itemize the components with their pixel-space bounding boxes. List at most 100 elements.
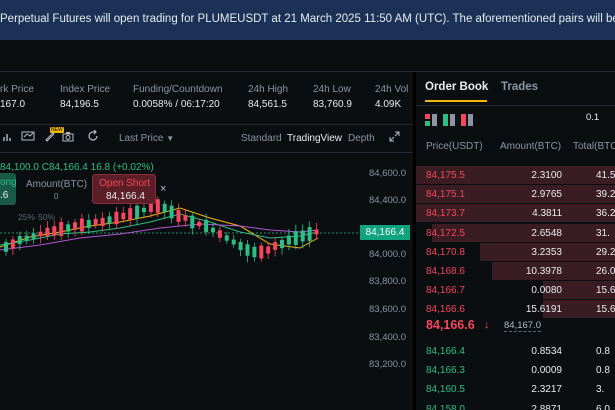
candle [183, 209, 188, 227]
bid-price: 84,166.4 [426, 346, 465, 357]
open-short-button[interactable]: Open Short 84,166.4 [92, 174, 156, 204]
ask-amount: 4.3811 [532, 208, 562, 220]
candle [176, 203, 181, 227]
fx-icon[interactable] [20, 130, 36, 146]
announcement-banner[interactable]: Perpetual Futures will open trading for … [0, 0, 615, 40]
arrow-down-icon: ↓ [484, 319, 490, 331]
candle [252, 242, 257, 262]
candle [10, 236, 15, 256]
candle [169, 200, 174, 224]
candle [93, 214, 98, 229]
ask-price: 84,170.8 [426, 246, 465, 258]
divider [416, 105, 615, 106]
ask-price: 84,166.7 [426, 285, 465, 297]
vol-stat: 24h Vol 4.09K [375, 84, 408, 110]
bid-row[interactable]: 84,158.0 2.8871 6.0 [416, 400, 615, 410]
mark-price[interactable]: 84,167.0 [504, 320, 541, 332]
ask-price: 84,175.1 [426, 189, 465, 201]
ask-row[interactable]: 84,170.8 3.2353 29.2 [416, 242, 615, 261]
current-price-tag: 84,166.4 [360, 225, 410, 240]
ask-total: 31. [596, 227, 610, 239]
amount-value: 0 [54, 192, 59, 201]
pct-25[interactable]: 25% [18, 212, 35, 222]
bid-total: 0.8 [596, 346, 610, 357]
candle [128, 201, 133, 227]
bid-price: 84,166.3 [426, 365, 465, 377]
y-axis-label: 83,400.0 [369, 332, 406, 343]
candle [245, 239, 250, 263]
candle [300, 224, 305, 249]
camera-icon[interactable] [60, 130, 76, 146]
close-icon[interactable]: × [160, 183, 166, 195]
ask-total: 15.6 [596, 285, 615, 297]
y-axis-label: 84,400.0 [369, 195, 406, 206]
bid-row[interactable]: 84,166.3 0.0009 0.8 [416, 361, 615, 379]
last-price-select[interactable]: Last Price ▼ [119, 133, 174, 144]
candle [31, 227, 36, 244]
low-value: 83,760.9 [313, 99, 352, 110]
both-sides-icon[interactable] [425, 114, 437, 126]
last-price-label: Last Price [119, 133, 164, 144]
tick-size-select[interactable]: 0.1 [586, 112, 599, 123]
candle [38, 224, 43, 244]
tab-tradingview[interactable]: TradingView [287, 133, 342, 144]
order-book-panel: Order Book Trades 0.1 Price(USDT) Amount… [416, 72, 615, 410]
col-price: Price(USDT) [426, 141, 483, 152]
candle [273, 236, 278, 257]
ask-row[interactable]: 84,168.6 10.3978 26.0 [416, 262, 615, 280]
tab-order-book[interactable]: Order Book [425, 81, 488, 93]
bid-total: 0.8 [596, 365, 610, 377]
mark-price-label: rk Price [0, 84, 34, 95]
chart-toolbar: NEW Last Price ▼ Standard TradingView De… [0, 126, 413, 152]
expand-icon[interactable] [386, 130, 402, 146]
ask-price: 84,175.5 [426, 170, 465, 181]
candle [217, 226, 222, 242]
ask-row[interactable]: 84,175.5 2.3100 41.5 [416, 166, 615, 184]
high-value: 84,561.5 [248, 99, 287, 110]
col-amount: Amount(BTC) [500, 141, 562, 152]
active-tab-indicator [425, 100, 487, 102]
pct-50[interactable]: 50% [38, 212, 55, 222]
bid-price: 84,160.5 [426, 384, 465, 396]
amount-input[interactable]: Amount(BTC) 0 [20, 175, 90, 203]
y-axis-label: 83,200.0 [369, 359, 406, 370]
candle [224, 231, 229, 244]
tab-depth[interactable]: Depth [348, 133, 375, 144]
ask-row[interactable]: 84,166.7 0.0080 15.6 [416, 281, 615, 300]
index-price-stat: Index Price 84,196.5 [60, 84, 110, 110]
tab-trades[interactable]: Trades [501, 81, 538, 93]
indicator-icon[interactable] [0, 130, 16, 146]
ask-price: 84,173.7 [426, 208, 465, 220]
bid-row[interactable]: 84,166.4 0.8534 0.8 [416, 342, 615, 360]
announcement-text[interactable]: Perpetual Futures will open trading for … [0, 13, 615, 25]
candle [73, 218, 77, 237]
candle [211, 223, 215, 238]
bids-only-icon[interactable] [443, 114, 455, 126]
bid-total: 6.0 [596, 403, 610, 410]
y-axis-label: 84,000.0 [369, 249, 406, 260]
ask-row[interactable]: 84,173.7 4.3811 36.2 [416, 204, 615, 223]
candle [197, 218, 202, 230]
divider [0, 124, 413, 125]
tab-standard[interactable]: Standard [241, 133, 282, 144]
open-long-button[interactable]: ong .6 [0, 173, 17, 205]
ask-row[interactable]: 84,166.6 15.6191 15.6 [416, 300, 615, 319]
refresh-icon[interactable] [85, 129, 101, 146]
asks-only-icon[interactable] [461, 114, 473, 126]
ask-total: 26.0 [596, 266, 615, 277]
ask-row[interactable]: 84,175.1 2.9765 39.2 [416, 185, 615, 204]
bid-amount: 2.8871 [531, 403, 562, 410]
candle [259, 242, 264, 262]
high-stat: 24h High 84,561.5 [248, 84, 288, 110]
col-total: Total(BTC [573, 141, 615, 152]
funding-label: Funding/Countdown [133, 84, 223, 95]
ask-row[interactable]: 84,172.5 2.6548 31. [416, 223, 615, 242]
open-long-label: ong [0, 177, 17, 188]
candle [107, 211, 112, 229]
bid-amount: 2.3217 [531, 384, 562, 396]
ask-total: 36.2 [596, 208, 615, 220]
bid-row[interactable]: 84,160.5 2.3217 3. [416, 380, 615, 398]
candle [231, 234, 236, 248]
bid-amount: 0.8534 [531, 346, 562, 357]
y-axis-label: 83,800.0 [369, 276, 406, 287]
